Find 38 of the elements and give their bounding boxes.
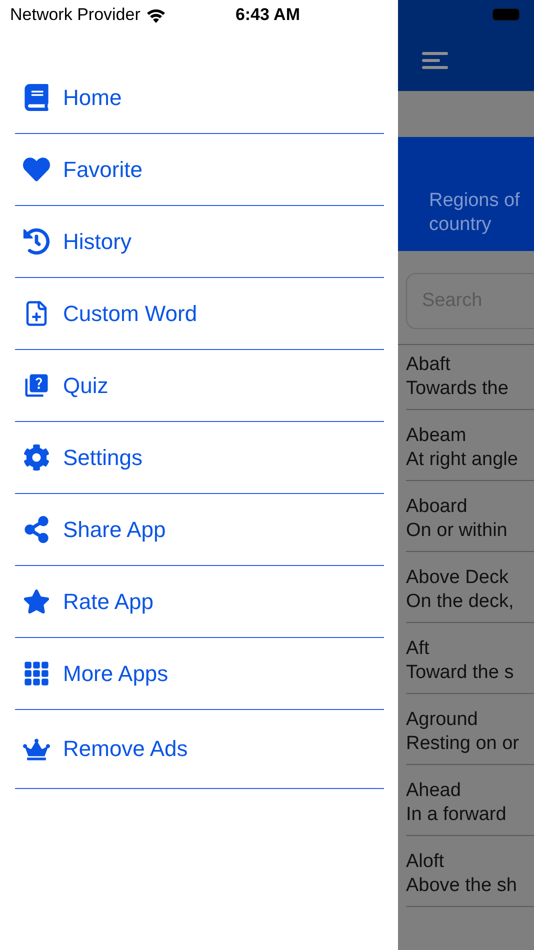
term-title: Ahead (406, 779, 462, 803)
menu-item[interactable]: Custom Word (15, 278, 384, 350)
banner-text: country (429, 213, 492, 237)
term-definition: Resting on or (406, 732, 520, 756)
term-definition: At right angle (406, 448, 519, 472)
menu-icon[interactable] (422, 52, 448, 69)
clock-time: 6:43 AM (235, 5, 300, 25)
term-definition: In a forward (406, 803, 508, 827)
menu-item[interactable]: Home (15, 62, 384, 134)
term-definition: Towards the (406, 377, 510, 401)
term-title: Aft (406, 637, 430, 661)
term-title: Aground (406, 708, 479, 732)
wifi-icon (146, 8, 166, 22)
history-icon (21, 228, 51, 255)
term-title: Aloft (406, 850, 446, 874)
term-title: Abaft (406, 353, 452, 377)
term-definition: Above the sh (406, 874, 518, 898)
menu-item[interactable]: Settings (15, 422, 384, 494)
term-title: Above Deck (406, 566, 510, 590)
menu-item[interactable]: Remove Ads (15, 710, 384, 789)
term-definition: On or within (406, 519, 508, 543)
heart-icon (21, 156, 51, 183)
banner-text: Regions of (429, 189, 521, 213)
term-title: Aboard (406, 495, 468, 519)
term-title: Abeam (406, 424, 468, 448)
term-definition: Toward the s (406, 661, 515, 685)
settings-icon (21, 444, 51, 471)
term-definition: On the deck, (406, 590, 515, 614)
menu-item[interactable]: More Apps (15, 638, 384, 710)
star-icon (21, 588, 51, 615)
carrier-name: Network Provider (10, 5, 140, 25)
menu-item[interactable]: Rate App (15, 566, 384, 638)
menu-item[interactable]: History (15, 206, 384, 278)
crown-icon (21, 736, 51, 762)
menu-item[interactable]: Share App (15, 494, 384, 566)
menu-item[interactable]: Favorite (15, 134, 384, 206)
battery-icon (492, 8, 520, 21)
menu-item[interactable]: Quiz (15, 350, 384, 422)
